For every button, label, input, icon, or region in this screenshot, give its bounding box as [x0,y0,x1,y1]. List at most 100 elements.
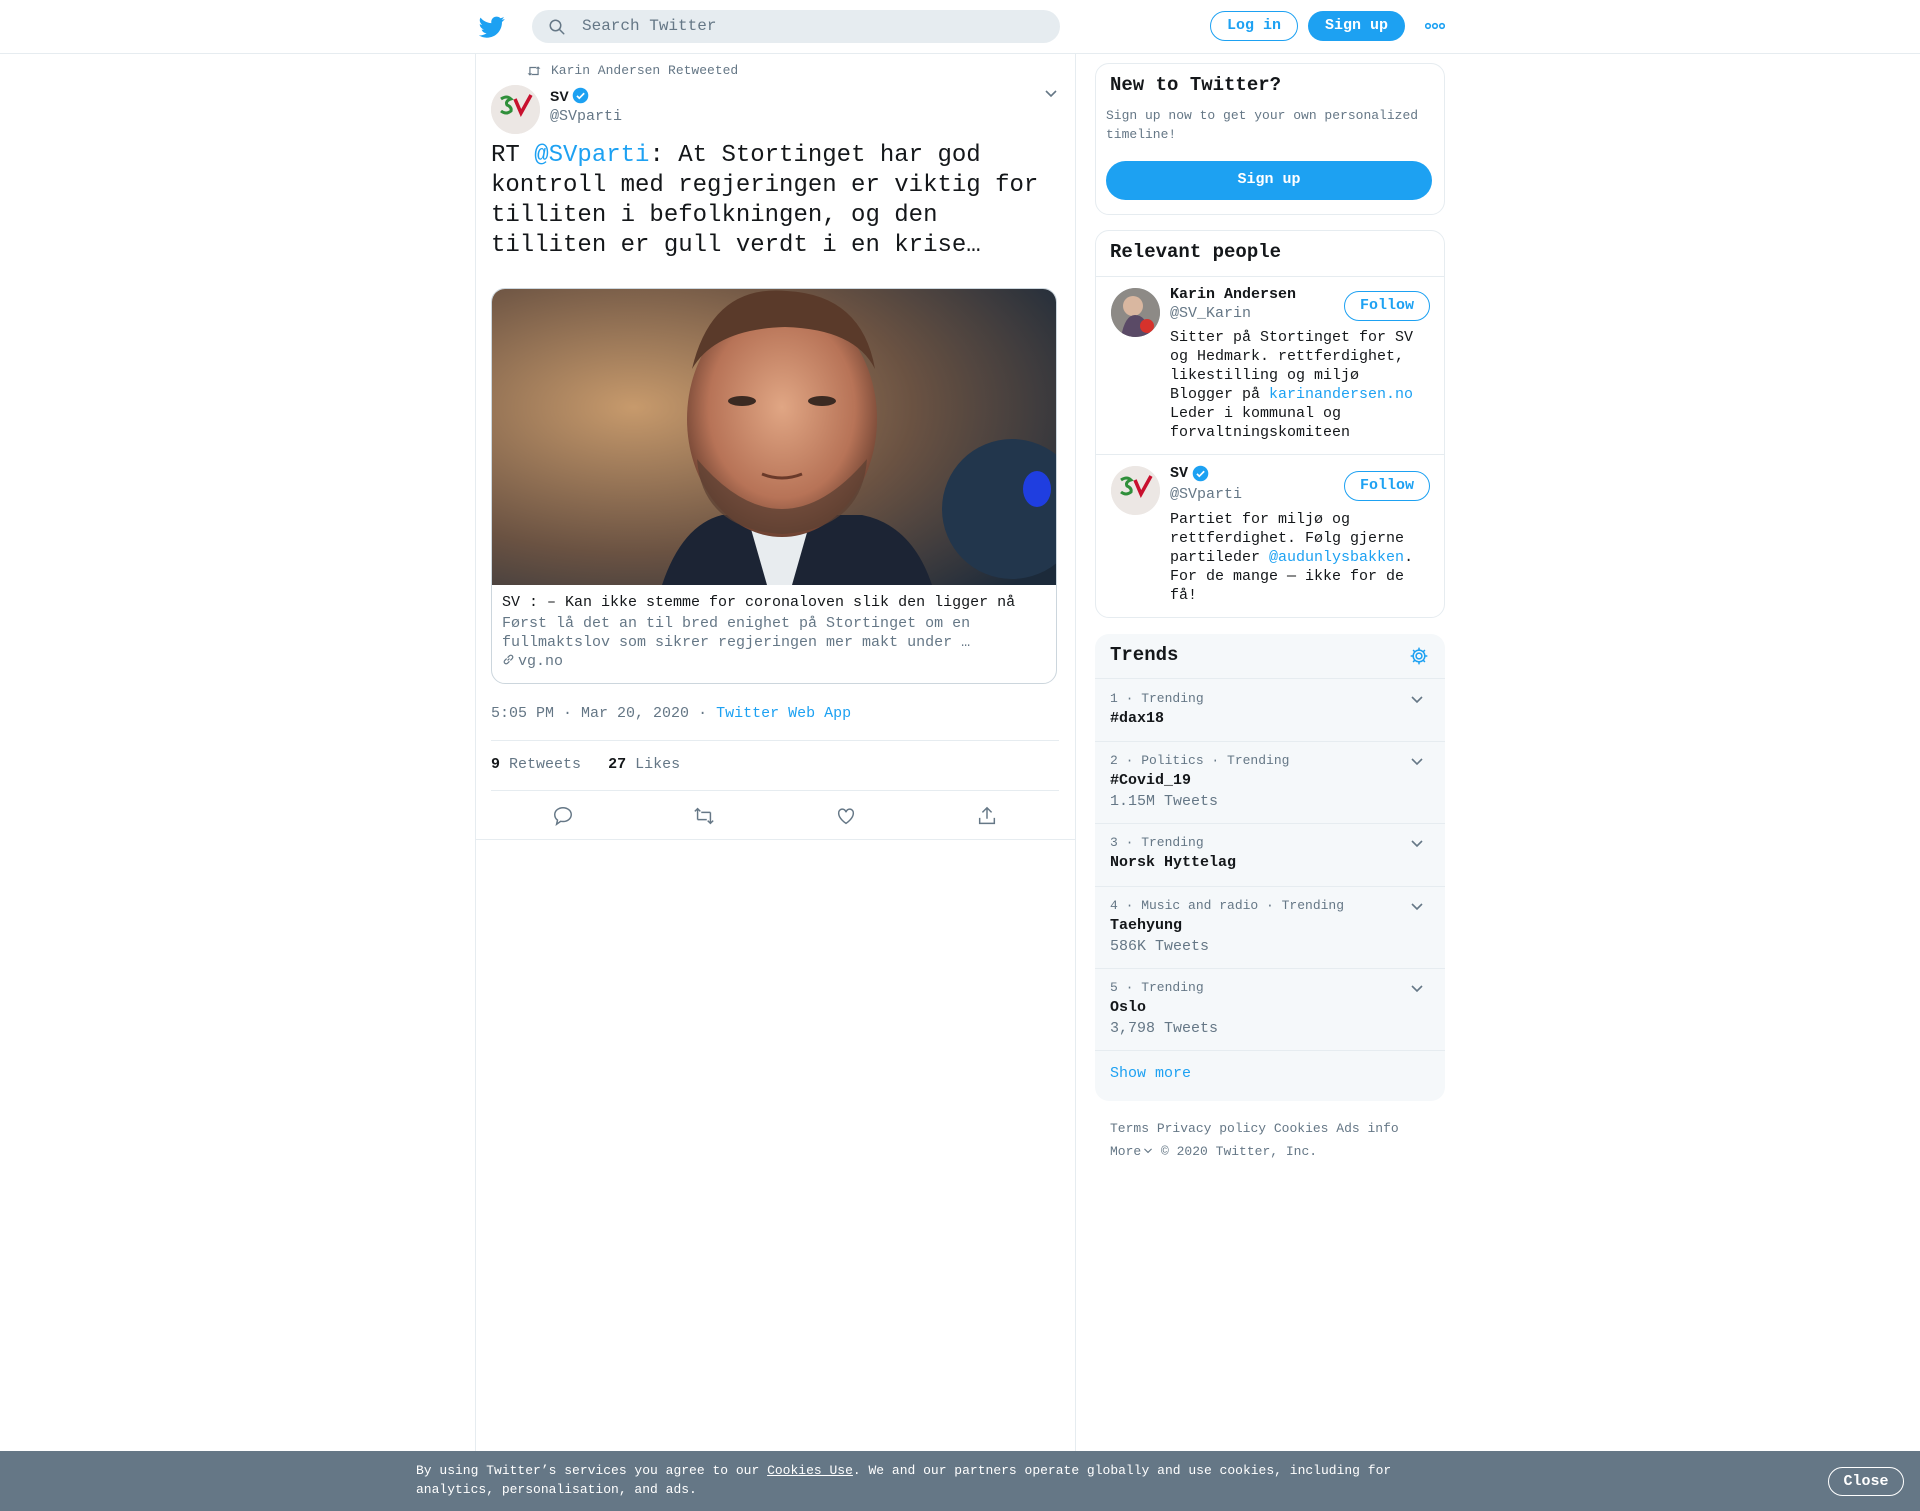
tweet-text-prefix: RT [491,142,535,169]
person-name[interactable]: SV [1170,465,1188,482]
panel-title: New to Twitter? [1110,74,1282,96]
trend-count: 1.15M Tweets [1110,793,1219,810]
panel-title: Relevant people [1110,241,1282,263]
like-heart-icon[interactable] [835,805,857,827]
person-avatar[interactable] [1111,288,1160,337]
relevant-people-panel: Relevant people Karin Andersen @SV_Karin… [1095,230,1445,618]
chevron-down-icon[interactable] [1410,902,1424,912]
card-title: SV : – Kan ikke stemme for coronaloven s… [502,594,1016,611]
chevron-down-icon[interactable] [1044,89,1058,99]
trend-count: 586K Tweets [1110,938,1210,955]
chevron-down-icon[interactable] [1410,839,1424,849]
chevron-down-icon[interactable] [1410,984,1424,994]
share-icon[interactable] [976,805,998,827]
tweet-source-link[interactable]: Twitter Web App [716,705,851,722]
divider [476,839,1075,840]
person-name[interactable]: Karin Andersen [1170,286,1296,303]
mention-link[interactable]: @SVparti [534,142,649,169]
follow-button[interactable]: Follow [1344,471,1430,501]
person-bio: Partiet for miljø og rettferdighet. Følg… [1170,510,1430,605]
trends-panel: Trends 1 · Trending #dax18 2 · Politics … [1095,634,1445,1101]
author-name[interactable]: SV [550,88,569,104]
twitter-bird-icon[interactable] [479,14,505,40]
person-avatar[interactable] [1111,466,1160,515]
trend-meta: 3 · Trending [1110,835,1204,850]
settings-gear-icon[interactable] [1409,646,1429,666]
panel-title: Trends [1110,644,1179,666]
trend-name: Norsk Hyttelag [1110,854,1237,871]
card-domain-text: vg.no [518,653,564,670]
trend-meta: 2 · Politics · Trending [1110,753,1290,768]
signup-panel-button[interactable]: Sign up [1106,161,1432,200]
retweet-icon [527,66,541,76]
footer-more-link[interactable]: More [1110,1144,1153,1159]
trend-meta: 1 · Trending [1110,691,1204,706]
search-input[interactable]: Search Twitter [532,10,1060,43]
trend-item[interactable]: 2 · Politics · Trending #Covid_19 1.15M … [1095,741,1445,823]
person-handle[interactable]: @SV_Karin [1170,305,1251,322]
follow-button[interactable]: Follow [1344,291,1430,321]
retweets-stat[interactable]: 9 Retweets [491,756,581,773]
signup-button[interactable]: Sign up [1308,11,1405,41]
more-options-icon[interactable] [1425,21,1445,31]
main-column: Karin Andersen Retweeted SV @SVparti RT … [475,53,1076,1451]
bio-text: Leder i kommunal og forvaltningskomiteen [1170,405,1351,441]
divider [1096,276,1444,277]
footer-terms-link[interactable]: Terms [1110,1121,1149,1136]
divider [1096,454,1444,455]
login-button[interactable]: Log in [1210,11,1298,41]
sv-logo-icon [1111,466,1160,515]
close-cookie-button[interactable]: Close [1828,1467,1904,1496]
avatar-photo [1111,288,1160,337]
divider [491,790,1059,791]
person-handle[interactable]: @SVparti [1170,486,1242,503]
reply-icon[interactable] [552,805,574,827]
trend-item[interactable]: 3 · Trending Norsk Hyttelag [1095,823,1445,886]
likes-stat[interactable]: 27 Likes [608,756,680,773]
bio-link[interactable]: karinandersen.no [1269,386,1413,403]
author-avatar[interactable] [491,85,540,134]
tweet-text: RT @SVparti: At Stortinget har god kontr… [491,141,1051,261]
new-to-twitter-panel: New to Twitter? Sign up now to get your … [1095,63,1445,215]
show-more-link[interactable]: Show more [1110,1065,1191,1082]
likes-count: 27 [608,756,627,773]
meta-separator: · [698,705,708,722]
chevron-down-icon[interactable] [1410,757,1424,767]
trend-meta: 4 · Music and radio · Trending [1110,898,1345,913]
trend-count: 3,798 Tweets [1110,1020,1219,1037]
chevron-down-icon [1144,1148,1153,1154]
trend-item[interactable]: 5 · Trending Oslo 3,798 Tweets [1095,968,1445,1050]
person-bio: Sitter på Stortinget for SV og Hedmark. … [1170,328,1430,442]
link-card[interactable]: SV : – Kan ikke stemme for coronaloven s… [491,288,1057,684]
cookies-use-link[interactable]: Cookies Use [767,1463,853,1478]
footer-cookies-link[interactable]: Cookies [1274,1121,1329,1136]
author-handle[interactable]: @SVparti [550,108,622,125]
trend-meta: 5 · Trending [1110,980,1204,995]
verified-badge-icon [1192,465,1209,482]
trend-name: Taehyung [1110,917,1183,934]
trend-name: Oslo [1110,999,1147,1016]
article-photo [492,289,1056,585]
footer-ads-link[interactable]: Ads info [1336,1121,1398,1136]
trend-name: #dax18 [1110,710,1165,727]
tweet-timestamp[interactable]: 5:05 PM · Mar 20, 2020 [491,705,689,722]
retweet-action-icon[interactable] [693,805,715,827]
top-bar: Search Twitter Log in Sign up [0,0,1920,54]
card-description: Først lå det an til bred enighet på Stor… [502,615,971,651]
trend-item[interactable]: 4 · Music and radio · Trending Taehyung … [1095,886,1445,968]
show-more-row: Show more [1095,1050,1445,1101]
trend-item[interactable]: 1 · Trending #dax18 [1095,678,1445,741]
footer-more-label: More [1110,1144,1142,1159]
retweeted-by-label: Karin Andersen Retweeted [551,63,739,78]
card-domain: vg.no [502,653,563,670]
cookie-text: By using Twitter’s services you agree to… [416,1461,1416,1499]
likes-label: Likes [635,756,681,773]
sv-logo-icon [491,85,540,134]
retweets-count: 9 [491,756,501,773]
footer-privacy-link[interactable]: Privacy policy [1157,1121,1266,1136]
bio-link[interactable]: @audunlysbakken [1269,549,1404,566]
tweet-stats: 9 Retweets 27 Likes [491,756,680,773]
verified-badge-icon [572,87,589,104]
chevron-down-icon[interactable] [1410,695,1424,705]
trend-name: #Covid_19 [1110,772,1192,789]
